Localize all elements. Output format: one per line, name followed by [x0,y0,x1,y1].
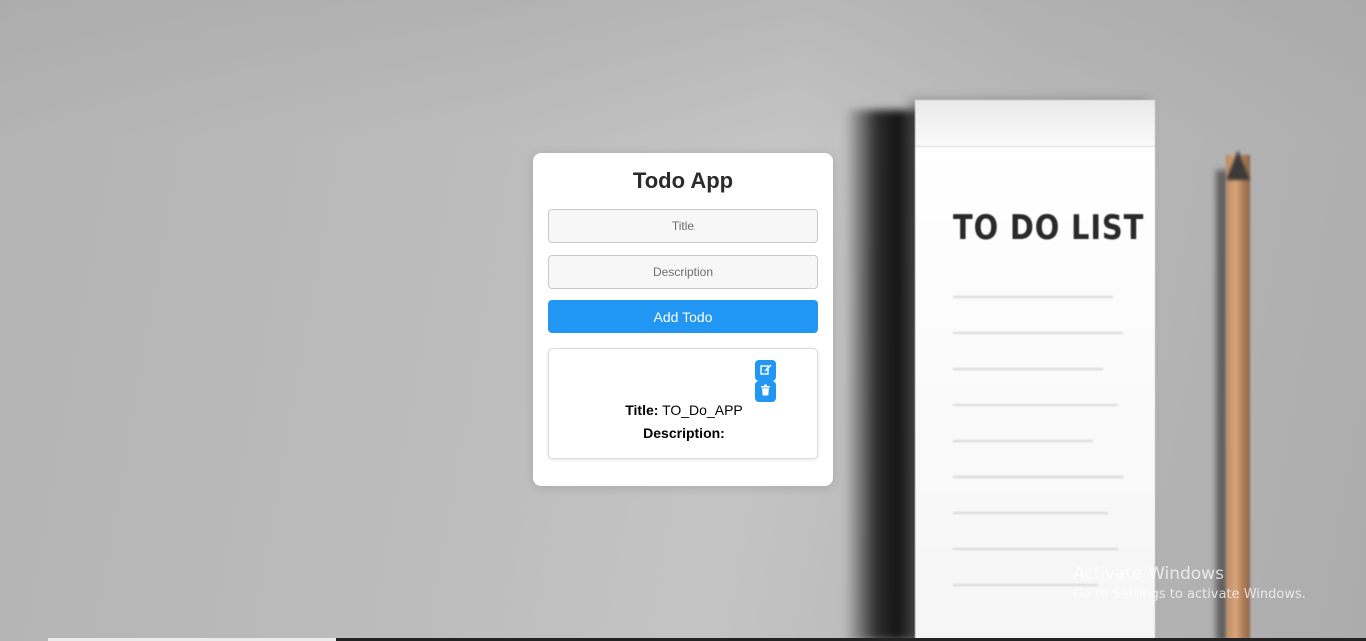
background-shade [0,0,1366,140]
app-title: Todo App [632,168,734,193]
todo-title-row: Title: TO_Do_APP [549,402,819,418]
notepad-line [953,296,1113,298]
trash-icon [760,383,771,401]
notepad-line [953,440,1093,442]
notepad-line [953,512,1108,514]
activate-windows-subtitle: Go to Settings to activate Windows. [1073,587,1306,602]
notepad-line [953,368,1103,370]
description-input[interactable] [548,255,818,289]
todo-item: Title: TO_Do_APP Description: [548,348,818,459]
activate-windows-watermark: Activate Windows Go to Settings to activ… [1073,564,1306,603]
activate-windows-title: Activate Windows [1073,564,1224,584]
notepad-line [953,548,1118,550]
todo-title-label: Title: [625,402,659,418]
notepad-heading: TO DO LIST [953,208,1145,248]
todo-description-row: Description: [549,425,819,441]
notepad-line [953,332,1123,334]
todo-title-value: TO_Do_APP [662,402,743,418]
notepad-top-edge [915,100,1155,147]
todo-app-card: Todo App Add Todo Title: TO_ [533,153,833,486]
notepad-line [953,404,1118,406]
notepad: TO DO LIST [915,100,1155,641]
pencil-tip [1226,150,1250,180]
title-input[interactable] [548,209,818,243]
add-todo-button[interactable]: Add Todo [548,300,818,333]
delete-todo-button[interactable] [755,381,776,402]
edit-todo-button[interactable] [755,360,776,381]
edit-icon [759,362,772,380]
todo-description-label: Description: [643,425,725,441]
notepad-line [953,476,1123,478]
